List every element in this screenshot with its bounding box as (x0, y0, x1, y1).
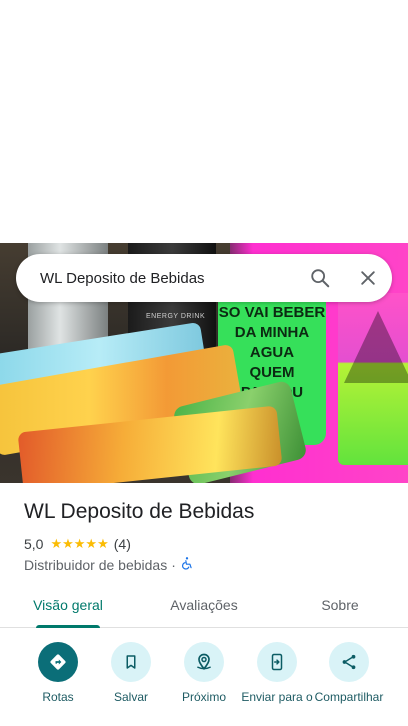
action-label: Enviar para o (241, 690, 313, 704)
place-title: WL Deposito de Bebidas (24, 500, 255, 523)
review-count[interactable]: (4) (114, 536, 131, 552)
close-icon[interactable] (344, 254, 392, 302)
search-icon[interactable] (296, 254, 344, 302)
send-to-phone-icon (257, 642, 297, 682)
separator-dot: · (171, 556, 176, 573)
wheelchair-icon (180, 556, 194, 573)
cup-text-line: SO VAI BEBER (218, 304, 326, 321)
rating-row[interactable]: 5,0 ★★★★★ (4) (24, 536, 131, 552)
nearby-icon (184, 642, 224, 682)
tab-about[interactable]: Sobre (272, 585, 408, 627)
action-bar: Rotas Salvar Próximo Enviar para o Compa… (0, 642, 408, 726)
category-row: Distribuidor de bebidas · (24, 556, 194, 573)
can-text: ENERGY DRINK (146, 313, 206, 320)
bookmark-icon (111, 642, 151, 682)
share-icon (329, 642, 369, 682)
action-label: Rotas (42, 690, 74, 704)
rating-stars: ★★★★★ (50, 536, 109, 551)
action-label: Próximo (181, 690, 226, 704)
send-to-phone-button[interactable]: Enviar para o (239, 642, 315, 704)
directions-button[interactable]: Rotas (20, 642, 96, 704)
nearby-button[interactable]: Próximo (166, 642, 242, 704)
search-bar[interactable]: WL Deposito de Bebidas (16, 254, 392, 302)
search-query[interactable]: WL Deposito de Bebidas (40, 270, 296, 287)
directions-icon (38, 642, 78, 682)
save-button[interactable]: Salvar (93, 642, 169, 704)
action-label: Compartilhar (314, 690, 384, 704)
share-button[interactable]: Compartilhar (311, 642, 387, 704)
tab-reviews[interactable]: Avaliações (136, 585, 272, 627)
tab-overview[interactable]: Visão geral (0, 585, 136, 628)
rating-value: 5,0 (24, 536, 44, 552)
cup-pink (338, 293, 408, 465)
tab-bar: Visão geral Avaliações Sobre (0, 585, 408, 628)
place-category: Distribuidor de bebidas (24, 556, 168, 573)
action-label: Salvar (113, 690, 148, 704)
